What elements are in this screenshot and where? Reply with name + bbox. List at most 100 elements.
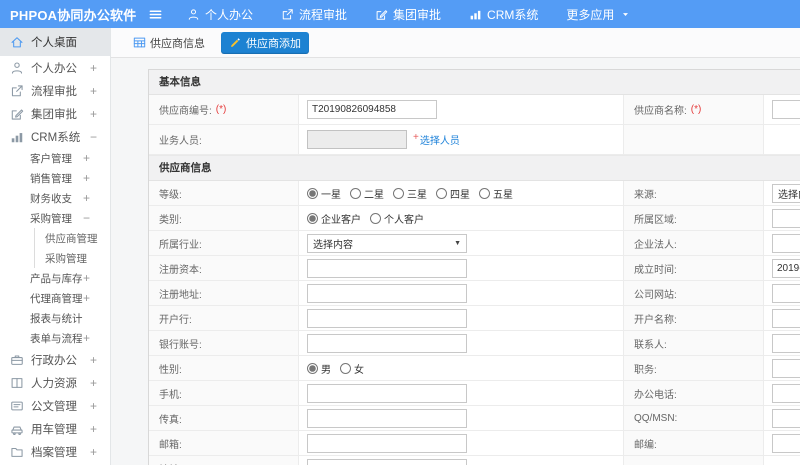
topnav-group-approval[interactable]: 集团审批: [375, 6, 441, 23]
sidebar-item-sales-mgmt[interactable]: 销售管理 +: [0, 168, 110, 188]
expand-plus-icon[interactable]: +: [83, 332, 90, 344]
sidebar-item-personal-office[interactable]: 个人办公 +: [0, 56, 110, 79]
sidebar-item-product-inventory[interactable]: 产品与库存 +: [0, 268, 110, 288]
sidebar-item-purchasing-mgmt[interactable]: 采购管理: [34, 248, 110, 268]
level-radio-0[interactable]: [307, 187, 318, 199]
sidebar-item-crm-system[interactable]: CRM系统 −: [0, 125, 110, 148]
level-option-3[interactable]: 四星: [436, 186, 470, 201]
email-input[interactable]: [307, 433, 467, 453]
expand-plus-icon[interactable]: +: [83, 192, 90, 204]
form-field-cell: [299, 406, 624, 431]
field-label: 供应商编号:: [159, 106, 212, 117]
level-radio-4[interactable]: [479, 187, 490, 199]
gender-option-1[interactable]: 女: [340, 361, 364, 376]
expand-plus-icon[interactable]: +: [83, 172, 90, 184]
level-option-1[interactable]: 二星: [350, 186, 384, 201]
level-option-0[interactable]: 一星: [307, 186, 341, 201]
expand-plus-icon[interactable]: +: [83, 272, 90, 284]
company-website-input[interactable]: [772, 283, 800, 303]
category-radio-1[interactable]: [370, 212, 381, 224]
zip-code-input[interactable]: [772, 433, 800, 453]
sidebar-item-label: 个人桌面: [31, 37, 77, 49]
account-name-input[interactable]: [772, 308, 800, 328]
topnav-personal-office[interactable]: 个人办公: [187, 6, 253, 23]
expand-plus-icon[interactable]: +: [90, 108, 97, 120]
sidebar-item-form-flow-settings[interactable]: 表单与流程设置+: [0, 328, 110, 348]
registered-capital-input[interactable]: [307, 258, 467, 278]
dropdown-arrow-icon: ▼: [454, 239, 461, 247]
office-phone-input[interactable]: [772, 383, 800, 403]
expand-plus-icon[interactable]: +: [90, 423, 97, 435]
sidebar-item-purchase-mgmt[interactable]: 采购管理 −: [0, 208, 110, 228]
legal-person-input[interactable]: [772, 233, 800, 253]
gender-radio-0[interactable]: [307, 362, 318, 374]
founded-date-input[interactable]: [772, 258, 800, 278]
expand-plus-icon[interactable]: +: [90, 446, 97, 458]
book-icon: [11, 377, 23, 388]
sidebar-item-archive-mgmt[interactable]: 档案管理 +: [0, 440, 110, 463]
sidebar-item-customer-mgmt[interactable]: 客户管理 +: [0, 148, 110, 168]
category-option-0[interactable]: 企业客户: [307, 211, 361, 226]
topnav-workflow-approval[interactable]: 流程审批: [281, 6, 347, 23]
sidebar-item-agent-mgmt[interactable]: 代理商管理 +: [0, 288, 110, 308]
sidebar-item-vehicle-mgmt[interactable]: 用车管理 +: [0, 417, 110, 440]
address-input[interactable]: [307, 458, 467, 465]
collapse-minus-icon[interactable]: −: [90, 131, 97, 143]
field-label: 公司网站:: [634, 289, 677, 301]
qq-msn-input[interactable]: [772, 408, 800, 428]
topnav-more-apps[interactable]: 更多应用: [566, 6, 630, 23]
source-select[interactable]: 选择内容▼: [772, 183, 800, 203]
contact-person-input[interactable]: [772, 333, 800, 353]
category-option-1[interactable]: 个人客户: [370, 211, 424, 226]
category-radio-0[interactable]: [307, 212, 318, 224]
tab-supplier-add[interactable]: 供应商添加: [221, 31, 309, 54]
supplier-name-input[interactable]: [772, 100, 800, 119]
form-label-cell: 邮编:: [624, 431, 764, 456]
sidebar-item-human-resources[interactable]: 人力资源 +: [0, 371, 110, 394]
expand-plus-icon[interactable]: +: [90, 400, 97, 412]
form-label-cell: 联系人:: [624, 331, 764, 356]
form-row: 类别: 企业客户 个人客户 所属区域:: [149, 206, 800, 231]
expand-plus-icon[interactable]: +: [90, 62, 97, 74]
sidebar-item-group-approval[interactable]: 集团审批 +: [0, 102, 110, 125]
link-label: 选择人员: [419, 136, 460, 147]
collapse-minus-icon[interactable]: −: [83, 212, 90, 224]
bank-branch-input[interactable]: [307, 308, 467, 328]
sidebar-item-supplier-mgmt[interactable]: 供应商管理: [34, 228, 110, 248]
expand-plus-icon[interactable]: +: [90, 354, 97, 366]
sidebar-item-admin-office[interactable]: 行政办公 +: [0, 348, 110, 371]
fax-input[interactable]: [307, 408, 467, 428]
level-radio-2[interactable]: [393, 187, 404, 199]
sales-person-input[interactable]: [307, 130, 407, 149]
industry-select[interactable]: 选择内容 ▼: [307, 233, 467, 253]
level-option-2[interactable]: 三星: [393, 186, 427, 201]
gender-radio-1[interactable]: [340, 362, 351, 374]
supplier-code-input[interactable]: [307, 100, 437, 119]
bank-account-input[interactable]: [307, 333, 467, 353]
mobile-input[interactable]: [307, 383, 467, 403]
form-field-cell: [299, 431, 624, 456]
sidebar-item-document-mgmt[interactable]: 公文管理 +: [0, 394, 110, 417]
gender-option-0[interactable]: 男: [307, 361, 331, 376]
position-input[interactable]: [772, 358, 800, 378]
expand-plus-icon[interactable]: +: [83, 292, 90, 304]
topnav-crm-system[interactable]: CRM系统: [469, 6, 538, 23]
tab-supplier-info[interactable]: 供应商信息: [125, 32, 213, 54]
chart-icon: [11, 132, 23, 142]
expand-plus-icon[interactable]: +: [90, 85, 97, 97]
sidebar-item-finance-inout[interactable]: 财务收支 +: [0, 188, 110, 208]
registered-address-input[interactable]: [307, 283, 467, 303]
menu-toggle-button[interactable]: [148, 7, 163, 22]
sidebar-item-personal-desktop[interactable]: 个人桌面: [0, 28, 110, 56]
region-input[interactable]: [772, 208, 800, 228]
level-radio-1[interactable]: [350, 187, 361, 199]
expand-plus-icon[interactable]: +: [83, 152, 90, 164]
sidebar-item-label: 公文管理: [31, 400, 77, 413]
expand-plus-icon[interactable]: +: [90, 377, 97, 389]
level-option-4[interactable]: 五星: [479, 186, 513, 201]
sidebar-item-reports-stats[interactable]: 报表与统计: [0, 308, 110, 328]
sales-person-select-link[interactable]: + 选择人员: [413, 132, 460, 147]
form-field-cell: [764, 206, 800, 231]
level-radio-3[interactable]: [436, 187, 447, 199]
sidebar-item-workflow-approval[interactable]: 流程审批 +: [0, 79, 110, 102]
